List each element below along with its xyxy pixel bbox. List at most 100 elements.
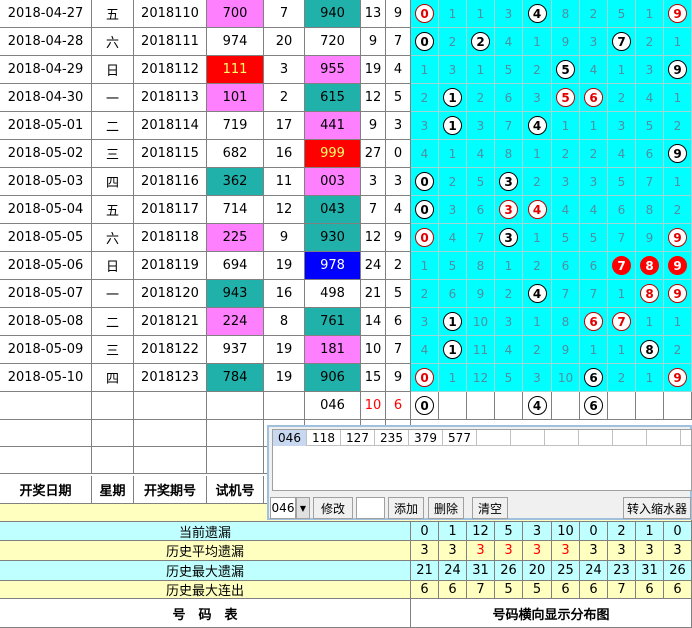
digit-ball: 8	[640, 256, 659, 275]
issue-number-cell: 2018118	[134, 224, 207, 252]
span-value-cell: 3	[386, 112, 411, 140]
distribution-cell: 2	[580, 0, 608, 28]
distribution-cell: 1	[608, 280, 636, 308]
winning-number-cell: 181	[305, 336, 361, 364]
digit-ball: 9	[668, 4, 687, 23]
digit-ball: 1	[443, 88, 462, 107]
distribution-cell: 2	[664, 336, 692, 364]
winning-number-cell: 999	[305, 140, 361, 168]
distribution-cell: 2	[467, 84, 495, 112]
trial-span-cell: 6	[386, 392, 411, 420]
digit-ball: 6	[584, 396, 603, 415]
distribution-cell: 3	[411, 112, 439, 140]
trial-number-list-item[interactable]: 118	[307, 430, 341, 446]
distribution-cell: 4	[523, 112, 552, 140]
distribution-cell: 5	[608, 168, 636, 196]
add-button[interactable]: 添加	[388, 497, 424, 519]
distribution-cell: 0	[411, 0, 439, 28]
sum-value-cell: 21	[361, 280, 386, 308]
distribution-cell: 3	[439, 56, 467, 84]
stat-value-cell: 3	[523, 522, 552, 541]
trial-number-list-item[interactable]	[477, 430, 511, 446]
winning-number-cell: 940	[305, 0, 361, 28]
distribution-cell: 4	[636, 84, 664, 112]
digit-ball: 8	[640, 340, 659, 359]
span-value-cell: 5	[386, 280, 411, 308]
trial-number-combo[interactable]: 046	[270, 497, 296, 519]
distribution-cell: 1	[523, 140, 552, 168]
gap-value-cell: 16	[264, 280, 305, 308]
gap-value-cell: 3	[264, 56, 305, 84]
trial-number-list-item[interactable]	[545, 430, 579, 446]
distribution-cell: 1	[664, 168, 692, 196]
distribution-cell: 2	[439, 168, 467, 196]
trial-number-list-item[interactable]	[579, 430, 613, 446]
trial-number-list-item[interactable]: 127	[341, 430, 375, 446]
digit-ball: 3	[499, 200, 518, 219]
stat-value-cell: 2	[608, 522, 636, 541]
trial-number-list-item[interactable]: 046	[273, 430, 307, 446]
digit-ball: 0	[415, 228, 434, 247]
distribution-cell: 2	[580, 140, 608, 168]
issue-number-cell: 2018112	[134, 56, 207, 84]
trial-number-list-item[interactable]	[511, 430, 545, 446]
trial-number-cell: 784	[207, 364, 264, 392]
trial-number-list-item[interactable]: 577	[443, 430, 477, 446]
trial-number-list-item[interactable]: 235	[375, 430, 409, 446]
trial-number-list-item[interactable]: 379	[409, 430, 443, 446]
stat-value-cell: 6	[411, 581, 439, 599]
distribution-cell: 9	[664, 252, 692, 280]
clear-button[interactable]: 清空	[472, 497, 508, 519]
trial-number-list-item[interactable]	[613, 430, 647, 446]
chart-title: 号码横向显示分布图	[411, 599, 692, 628]
stat-value-cell: 31	[636, 561, 664, 581]
number-input[interactable]	[356, 497, 385, 519]
stat-value-cell: 5	[523, 581, 552, 599]
delete-button[interactable]: 删除	[428, 497, 464, 519]
weekday-cell: 六	[92, 224, 134, 252]
distribution-cell: 10	[552, 364, 580, 392]
gap-value-cell: 11	[264, 168, 305, 196]
issue-number-cell: 2018116	[134, 168, 207, 196]
distribution-cell: 1	[411, 252, 439, 280]
distribution-cell: 1	[523, 28, 552, 56]
distribution-cell: 3	[523, 364, 552, 392]
distribution-cell: 3	[580, 168, 608, 196]
distribution-cell: 4	[523, 280, 552, 308]
trial-number-list-item[interactable]	[647, 430, 681, 446]
distribution-cell: 1	[636, 0, 664, 28]
digit-ball: 9	[668, 144, 687, 163]
stat-value-cell: 24	[580, 561, 608, 581]
trial-number-cell: 700	[207, 0, 264, 28]
empty-cell	[207, 420, 264, 447]
stat-value-cell: 23	[608, 561, 636, 581]
span-value-cell: 4	[386, 196, 411, 224]
distribution-cell: 12	[467, 364, 495, 392]
winning-number-cell: 498	[305, 280, 361, 308]
trial-number-list[interactable]: 046 118 127 235 379 577	[272, 429, 692, 491]
stat-value-cell: 24	[439, 561, 467, 581]
combo-dropdown-icon[interactable]: ▼	[296, 497, 310, 519]
distribution-cell: 8	[552, 0, 580, 28]
digit-ball: 7	[612, 32, 631, 51]
distribution-cell: 9	[664, 140, 692, 168]
trial-number-cell: 224	[207, 308, 264, 336]
gap-value-cell: 7	[264, 0, 305, 28]
stat-value-cell: 3	[439, 541, 467, 561]
distribution-cell: 2	[523, 168, 552, 196]
span-value-cell: 9	[386, 364, 411, 392]
trial-number-cell: 225	[207, 224, 264, 252]
distribution-cell: 9	[664, 56, 692, 84]
trial-distribution-cell	[439, 392, 467, 420]
distribution-cell: 2	[411, 84, 439, 112]
draw-date-cell: 2018-05-03	[0, 168, 92, 196]
distribution-cell: 5	[439, 252, 467, 280]
modify-button[interactable]: 修改	[313, 497, 353, 519]
distribution-cell: 9	[664, 280, 692, 308]
distribution-cell: 3	[523, 84, 552, 112]
distribution-cell: 4	[467, 140, 495, 168]
distribution-cell: 3	[495, 308, 523, 336]
distribution-cell: 6	[552, 252, 580, 280]
transfer-to-reducer-button[interactable]: 转入缩水器	[623, 497, 691, 519]
distribution-cell: 5	[580, 224, 608, 252]
